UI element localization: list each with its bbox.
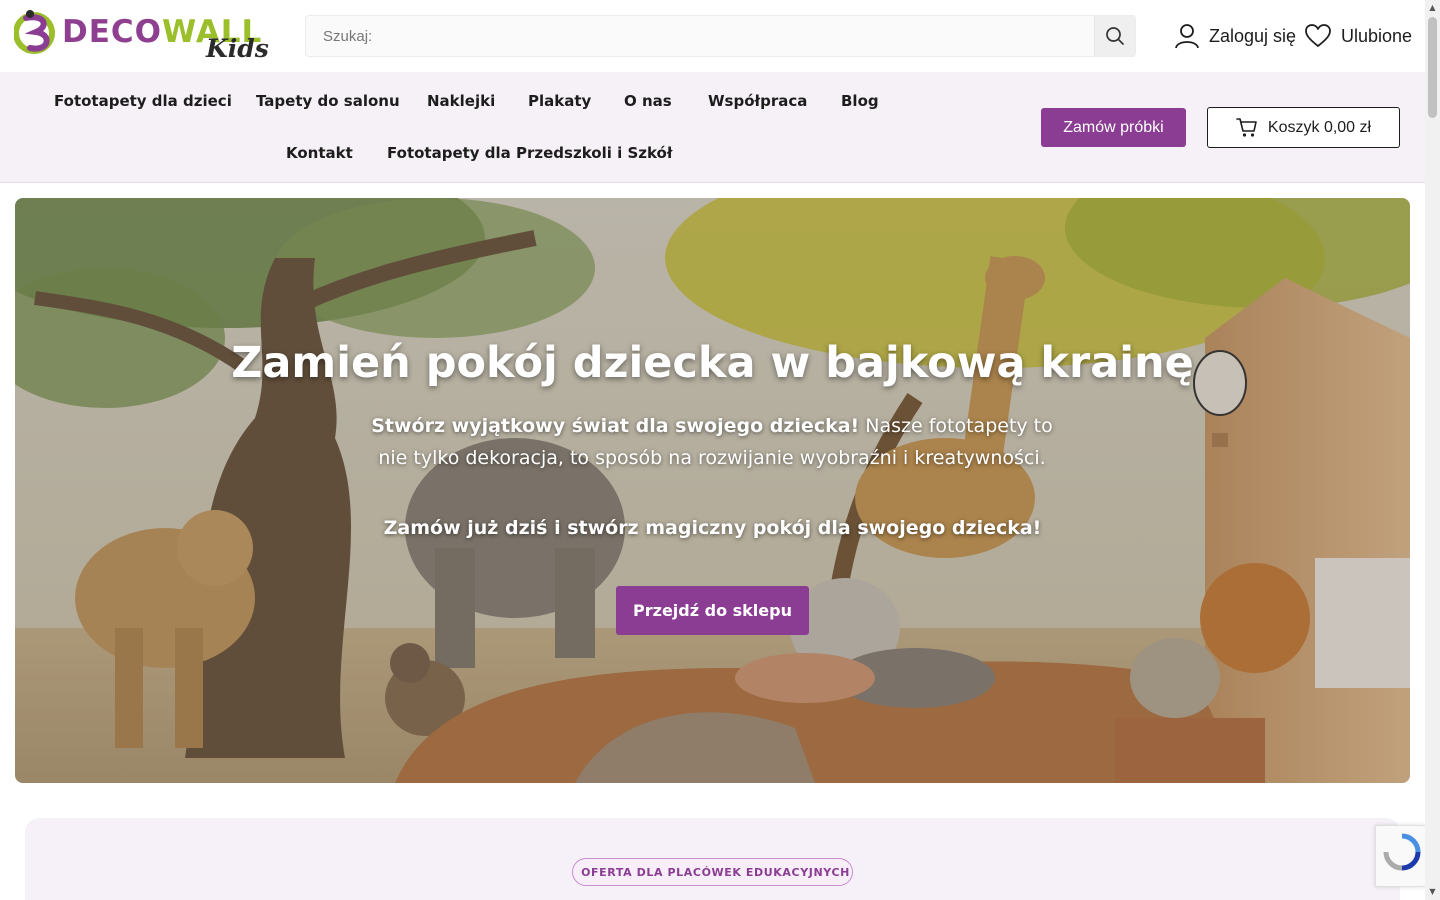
user-icon [1175,24,1199,49]
scroll-down-arrow-icon[interactable]: ▼ [1425,885,1440,900]
login-label: Zaloguj się [1209,25,1297,46]
search-input[interactable] [306,16,1095,56]
nav-item-o-nas[interactable]: O nas [624,92,672,110]
logo-kids: Kids [206,34,269,63]
recaptcha-icon [1383,833,1421,871]
search-icon [1106,27,1124,45]
cart-icon [1236,117,1257,137]
nav-item-wspolpraca[interactable]: Współpraca [708,92,807,110]
go-to-shop-button[interactable]: Przejdź do sklepu [616,586,809,635]
nav-item-naklejki[interactable]: Naklejki [427,92,495,110]
favorites-label: Ulubione [1341,25,1413,46]
logo-mark-icon [14,10,55,54]
cart-label: Koszyk 0,00 zł [1267,118,1372,136]
nav-item-kontakt[interactable]: Kontakt [286,144,353,162]
favorites-link[interactable]: Ulubione [1305,22,1412,50]
education-offer-label: OFERTA DLA PLACÓWEK EDUKACYJNYCH [581,865,850,879]
order-samples-button[interactable]: Zamów próbki [1041,108,1186,147]
page-scrollbar[interactable]: ▲ ▼ [1425,0,1440,900]
logo-word-deco: DECO [62,14,163,50]
nav-item-blog[interactable]: Blog [841,92,879,110]
cart-button[interactable]: Koszyk 0,00 zł [1207,107,1400,148]
nav-item-tapety-do-salonu[interactable]: Tapety do salonu [256,92,400,110]
nav-item-fototapety-dla-dzieci[interactable]: Fototapety dla dzieci [54,92,232,110]
heart-icon [1305,24,1331,47]
hero-title: Zamień pokój dziecka w bajkową krainę [231,338,1194,388]
search-bar [305,15,1136,57]
recaptcha-badge[interactable] [1375,825,1425,887]
login-link[interactable]: Zaloguj się [1174,22,1296,50]
hero-cta-text: Zamów już dziś i stwórz magiczny pokój d… [383,517,1042,539]
search-button[interactable] [1094,16,1135,56]
logo[interactable]: DECOWALL Kids [14,6,269,66]
hero-subtitle-bold: Stwórz wyjątkowy świat dla swojego dziec… [371,415,860,437]
scrollbar-thumb[interactable] [1428,17,1437,118]
scroll-up-arrow-icon[interactable]: ▲ [1425,0,1440,15]
nav-item-fototapety-dla-przedszkoli[interactable]: Fototapety dla Przedszkoli i Szkół [387,144,672,162]
education-offer-section: OFERTA DLA PLACÓWEK EDUKACYJNYCH [25,818,1400,900]
main-navigation: Fototapety dla dzieci Tapety do salonu N… [0,72,1425,183]
hero-overlay [15,198,1410,783]
education-offer-badge: OFERTA DLA PLACÓWEK EDUKACYJNYCH [572,858,853,886]
hero-banner: Zamień pokój dziecka w bajkową krainę St… [15,198,1410,783]
hero-subtitle: Stwórz wyjątkowy świat dla swojego dziec… [362,410,1062,474]
site-header: DECOWALL Kids Zaloguj się Ulubione [0,0,1425,72]
nav-item-plakaty[interactable]: Plakaty [528,92,591,110]
